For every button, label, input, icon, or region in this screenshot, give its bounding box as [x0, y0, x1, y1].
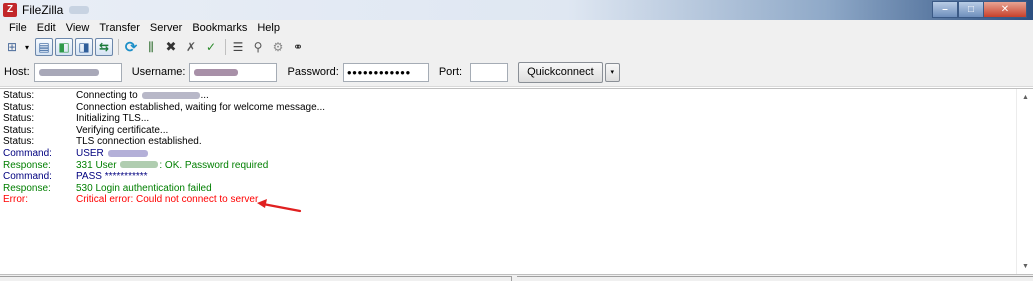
log-message-text: 331 User: [76, 159, 117, 171]
disconnect-icon[interactable]: ✗: [182, 38, 200, 56]
log-row: Status: TLS connection established.: [3, 136, 1003, 148]
menu-transfer[interactable]: Transfer: [94, 22, 145, 34]
log-vertical-scrollbar[interactable]: ▲ ▼: [1016, 89, 1033, 274]
host-label: Host:: [4, 66, 30, 78]
process-queue-icon[interactable]: ⫼: [142, 38, 160, 56]
log-row: Error: Critical error: Could not connect…: [3, 194, 1003, 206]
menu-help[interactable]: Help: [252, 22, 285, 34]
log-type: Status:: [3, 124, 35, 136]
log-row: Status: Verifying certificate...: [3, 125, 1003, 137]
log-type: Response:: [3, 159, 51, 171]
log-message: Critical error: Could not connect to ser…: [76, 194, 259, 206]
password-label: Password:: [287, 66, 339, 78]
message-log: Status: Connecting to ... Status: Connec…: [0, 88, 1033, 274]
menu-bar: File Edit View Transfer Server Bookmarks…: [0, 20, 1033, 36]
menu-file[interactable]: File: [4, 22, 32, 34]
log-message: 331 User : OK. Password required: [76, 160, 268, 172]
reconnect-icon[interactable]: ✓: [202, 38, 220, 56]
log-row: Status: Connecting to ...: [3, 90, 1003, 102]
search-icon[interactable]: ⚭: [289, 38, 307, 56]
toggle-transfer-queue-icon[interactable]: ⇆: [95, 38, 113, 56]
password-input[interactable]: ●●●●●●●●●●●●: [342, 62, 429, 82]
annotation-arrow-icon: [257, 199, 302, 213]
log-message-suffix: : OK. Password required: [159, 159, 269, 171]
log-type: Command:: [3, 171, 52, 183]
cancel-icon[interactable]: ✖: [162, 38, 180, 56]
local-pane-edge: [0, 276, 512, 281]
quickconnect-button[interactable]: Quickconnect: [518, 61, 603, 83]
log-row: Response: 530 Login authentication faile…: [3, 183, 1003, 195]
username-redacted: [194, 68, 239, 76]
menu-server[interactable]: Server: [145, 22, 187, 34]
host-input[interactable]: [33, 62, 122, 82]
remote-pane-edge: [517, 276, 1033, 281]
quickconnect-history-dropdown-icon[interactable]: ▾: [604, 62, 620, 82]
log-message: TLS connection established.: [76, 136, 202, 148]
port-input[interactable]: [470, 62, 509, 82]
toolbar-separator: [118, 39, 119, 55]
scroll-down-arrow-icon[interactable]: ▼: [1017, 258, 1033, 274]
site-manager-icon[interactable]: ⊞: [3, 38, 21, 56]
sync-browsing-icon[interactable]: ⚙: [269, 38, 287, 56]
log-message-text: Connecting to: [76, 90, 138, 101]
toggle-remote-tree-icon[interactable]: ◨: [75, 38, 93, 56]
log-type: Status:: [3, 136, 35, 148]
username-label: Username:: [131, 66, 186, 78]
log-type: Status:: [3, 101, 35, 113]
log-type: Command:: [3, 147, 52, 159]
toolbar-separator: [225, 39, 226, 55]
redacted-host: [141, 91, 200, 99]
toggle-comparison-icon[interactable]: ⚲: [249, 38, 267, 56]
filezilla-logo-icon: Z: [3, 3, 17, 17]
window-controls: – □ ✕: [932, 1, 1027, 18]
log-row: Response: 331 User : OK. Password requir…: [3, 160, 1003, 172]
close-button[interactable]: ✕: [984, 1, 1027, 18]
scroll-up-arrow-icon[interactable]: ▲: [1017, 89, 1033, 106]
log-message-text: USER: [76, 147, 104, 159]
log-message: Initializing TLS...: [76, 113, 150, 125]
toolbar: ⊞ ▾ ▤ ◧ ◨ ⇆ ⟳ ⫼ ✖ ✗ ✓ ☰ ⚲ ⚙ ⚭: [0, 36, 1033, 58]
quickconnect-bar: Host: Username: Password: ●●●●●●●●●●●● P…: [0, 58, 1033, 87]
refresh-icon[interactable]: ⟳: [122, 38, 140, 56]
log-type: Status:: [3, 90, 35, 101]
log-message: USER: [76, 148, 149, 160]
log-message: Connection established, waiting for welc…: [76, 101, 326, 113]
menu-view[interactable]: View: [61, 22, 95, 34]
directory-filter-icon[interactable]: ☰: [229, 38, 247, 56]
log-row: Command: USER: [3, 148, 1003, 160]
menu-edit[interactable]: Edit: [32, 22, 61, 34]
title-bar: Z FileZilla – □ ✕: [0, 0, 1033, 20]
log-type: Status:: [3, 113, 35, 125]
log-row: Status: Connection established, waiting …: [3, 102, 1003, 114]
menu-bookmarks[interactable]: Bookmarks: [187, 22, 252, 34]
log-type: Response:: [3, 182, 51, 194]
log-row: Command: PASS ***********: [3, 171, 1003, 183]
redacted-username: [120, 161, 159, 169]
log-message-suffix: ...: [200, 90, 209, 101]
minimize-button[interactable]: –: [932, 1, 958, 18]
username-input[interactable]: [189, 62, 278, 82]
log-message: 530 Login authentication failed: [76, 182, 212, 194]
message-log-rows: Status: Connecting to ... Status: Connec…: [3, 90, 1003, 206]
site-manager-dropdown-icon[interactable]: ▾: [23, 38, 31, 56]
window-title: FileZilla: [22, 3, 64, 17]
title-redacted: [69, 6, 90, 14]
log-message: PASS ***********: [76, 171, 148, 183]
port-label: Port:: [438, 66, 463, 78]
log-message: Verifying certificate...: [76, 124, 169, 136]
log-message: Connecting to ...: [76, 90, 209, 102]
maximize-button[interactable]: □: [958, 1, 984, 18]
log-row: Status: Initializing TLS...: [3, 113, 1003, 125]
toggle-local-tree-icon[interactable]: ◧: [55, 38, 73, 56]
log-type: Error:: [3, 194, 28, 206]
host-redacted: [38, 68, 99, 76]
redacted-username: [107, 149, 148, 157]
toggle-message-log-icon[interactable]: ▤: [35, 38, 53, 56]
